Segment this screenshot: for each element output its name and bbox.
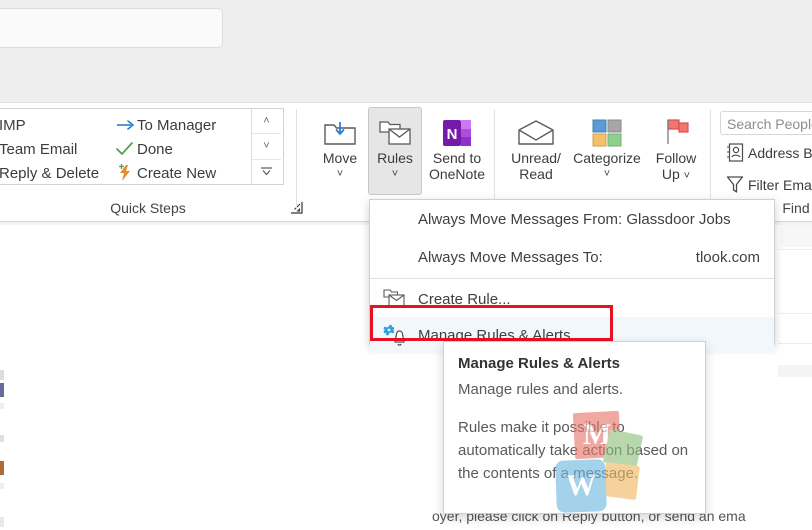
move-folder-icon bbox=[323, 116, 357, 150]
list-edge-sliver bbox=[0, 461, 4, 475]
quick-step-create-new[interactable]: Create New bbox=[113, 161, 251, 185]
scroll-up-icon[interactable]: ˄ bbox=[252, 109, 281, 133]
quick-step-label: Create New bbox=[137, 164, 217, 182]
ribbon-button-rules[interactable]: Rules ˅ bbox=[368, 107, 422, 195]
ribbon-button-move[interactable]: Move ˅ bbox=[312, 107, 368, 195]
pane-divider bbox=[778, 343, 812, 344]
quick-step-label: Done bbox=[137, 140, 173, 158]
arrow-right-icon bbox=[113, 118, 137, 132]
tooltip-subtitle: Manage rules and alerts. bbox=[458, 381, 624, 398]
quick-steps-group-label: Quick Steps bbox=[110, 200, 186, 216]
pane-filler bbox=[780, 225, 812, 247]
watermark-letter-w: W bbox=[566, 469, 596, 502]
quick-step-imp[interactable]: IMP bbox=[0, 113, 113, 137]
address-book-icon bbox=[722, 143, 748, 162]
window-top-chrome bbox=[0, 0, 812, 103]
ribbon-group-separator bbox=[494, 109, 495, 211]
menu-item-right-text: tlook.com bbox=[695, 248, 760, 266]
quick-steps-column-right: To Manager Done Create New bbox=[113, 109, 251, 184]
menu-separator bbox=[370, 278, 774, 279]
manage-rules-alerts-icon bbox=[370, 324, 418, 346]
ribbon-button-label-line2: Up ˅ bbox=[662, 166, 690, 183]
ribbon-group-separator bbox=[710, 109, 711, 211]
ribbon-button-send-to-onenote[interactable]: N Send to OneNote bbox=[424, 107, 490, 195]
rules-folder-mail-icon bbox=[378, 116, 412, 150]
quick-step-reply-delete[interactable]: Reply & Delete bbox=[0, 161, 113, 185]
create-rule-icon bbox=[370, 289, 418, 309]
checkmark-icon bbox=[113, 142, 137, 156]
pane-filler bbox=[778, 365, 812, 377]
ribbon-button-label-line2: OneNote bbox=[428, 166, 486, 182]
quick-step-label: IMP bbox=[0, 116, 26, 134]
funnel-filter-icon bbox=[722, 175, 748, 194]
chevron-down-icon[interactable]: ˅ bbox=[684, 170, 690, 182]
svg-text:N: N bbox=[447, 126, 458, 143]
pane-divider bbox=[778, 249, 812, 250]
menu-item-create-rule[interactable]: Create Rule... bbox=[370, 281, 774, 317]
quick-step-to-manager[interactable]: To Manager bbox=[113, 113, 251, 137]
menu-item-always-move-from[interactable]: Always Move Messages From: Glassdoor Job… bbox=[370, 200, 774, 238]
menu-item-always-move-to[interactable]: Always Move Messages To: tlook.com bbox=[370, 238, 774, 276]
pane-divider bbox=[778, 313, 812, 314]
ribbon-button-unread-read[interactable]: Unread/ Read bbox=[502, 107, 570, 195]
chevron-down-icon[interactable]: ˅ bbox=[604, 167, 610, 181]
menu-item-label: Create Rule... bbox=[418, 290, 511, 308]
list-edge-sliver bbox=[0, 403, 4, 409]
ribbon-button-label-line1: Follow bbox=[655, 150, 697, 166]
list-edge-sliver bbox=[0, 435, 4, 442]
ribbon-button-categorize[interactable]: Categorize ˅ bbox=[568, 107, 646, 195]
ribbon-button-label-line2: Read bbox=[519, 166, 553, 182]
screenshot-root: IMP Team Email Reply & Delete To Manager… bbox=[0, 0, 812, 530]
categorize-squares-icon bbox=[591, 116, 623, 150]
rules-dropdown-menu: Always Move Messages From: Glassdoor Job… bbox=[369, 199, 775, 353]
chevron-down-icon[interactable]: ˅ bbox=[337, 167, 343, 181]
list-edge-sliver bbox=[0, 483, 4, 489]
list-edge-sliver bbox=[0, 383, 4, 397]
quick-step-label: To Manager bbox=[137, 116, 217, 134]
ribbon-button-follow-up[interactable]: Follow Up ˅ bbox=[648, 107, 704, 195]
chevron-down-icon[interactable]: ˅ bbox=[392, 167, 398, 181]
ribbon-group-separator bbox=[296, 109, 297, 211]
ribbon-button-label: Categorize bbox=[573, 150, 641, 166]
ribbon-button-label-line2-text: Up bbox=[661, 166, 680, 182]
red-flag-icon bbox=[660, 116, 692, 150]
quick-step-label: Reply & Delete bbox=[0, 164, 100, 182]
envelope-open-icon bbox=[516, 116, 556, 150]
quick-steps-gallery[interactable]: IMP Team Email Reply & Delete To Manager… bbox=[0, 108, 284, 185]
list-edge-sliver bbox=[0, 370, 4, 380]
ribbon-button-label-line1: Send to bbox=[432, 150, 482, 166]
quick-steps-scrollbar[interactable]: ˄ ˅ bbox=[251, 109, 281, 184]
tooltip-title: Manage Rules & Alerts bbox=[458, 355, 620, 372]
onenote-icon: N bbox=[441, 116, 473, 150]
scroll-more-icon[interactable] bbox=[252, 158, 281, 184]
list-edge-sliver bbox=[0, 517, 4, 527]
find-row-filter-email[interactable]: Filter Ema bbox=[722, 175, 812, 194]
search-box-stub[interactable] bbox=[0, 8, 223, 48]
office-apps-watermark: M W bbox=[555, 410, 648, 514]
search-people-input[interactable]: Search People bbox=[720, 111, 812, 135]
find-row-label: Address B bbox=[748, 144, 812, 161]
find-row-address-book[interactable]: Address B bbox=[722, 143, 812, 162]
ribbon-button-label: Move bbox=[322, 150, 358, 166]
lightning-plus-icon bbox=[113, 164, 137, 182]
ribbon-button-label-line1: Unread/ bbox=[511, 150, 561, 166]
menu-item-label: Always Move Messages To: bbox=[418, 248, 603, 266]
quick-step-done[interactable]: Done bbox=[113, 137, 251, 161]
ribbon-button-label: Rules bbox=[377, 150, 413, 166]
find-row-label: Filter Ema bbox=[748, 176, 812, 193]
scroll-down-icon[interactable]: ˅ bbox=[252, 133, 281, 158]
menu-item-label: Always Move Messages From: Glassdoor Job… bbox=[418, 210, 731, 228]
watermark-square-yellow bbox=[602, 462, 640, 500]
quick-steps-column-left: IMP Team Email Reply & Delete bbox=[0, 109, 113, 184]
quick-step-team-email[interactable]: Team Email bbox=[0, 137, 113, 161]
quick-steps-group: IMP Team Email Reply & Delete To Manager… bbox=[0, 103, 303, 222]
quick-step-label: Team Email bbox=[0, 140, 78, 158]
